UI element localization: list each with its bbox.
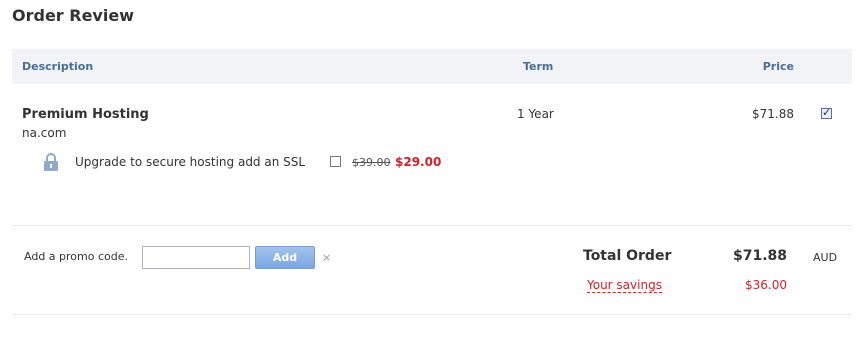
product-domain: na.com	[22, 126, 67, 140]
header-price: Price	[762, 60, 794, 73]
currency-label: AUD	[813, 251, 838, 264]
divider	[12, 225, 852, 226]
promo-code-input[interactable]	[142, 246, 250, 269]
total-order-value: $71.88	[732, 248, 787, 264]
table-header-bar	[12, 49, 852, 84]
ssl-new-price: $29.00	[395, 155, 442, 169]
product-price: $71.88	[752, 107, 794, 121]
total-order-label: Total Order	[583, 248, 672, 264]
ssl-old-price: $39.00	[352, 156, 391, 169]
divider	[12, 314, 852, 315]
promo-label: Add a promo code.	[24, 250, 128, 263]
ssl-upsell-text: Upgrade to secure hosting add an SSL	[75, 155, 306, 169]
page-title: Order Review	[12, 6, 134, 25]
clear-promo-icon[interactable]: ×	[322, 251, 331, 264]
header-term: Term	[523, 60, 554, 73]
savings-value: $36.00	[745, 278, 787, 292]
ssl-upgrade-checkbox[interactable]	[330, 156, 341, 167]
product-term: 1 Year	[517, 107, 554, 121]
lock-icon	[44, 153, 58, 171]
product-select-checkbox[interactable]	[821, 106, 832, 119]
product-name: Premium Hosting	[22, 107, 149, 122]
header-description: Description	[22, 60, 94, 73]
add-promo-button[interactable]: Add	[255, 246, 315, 269]
your-savings-link[interactable]: Your savings	[587, 278, 662, 293]
